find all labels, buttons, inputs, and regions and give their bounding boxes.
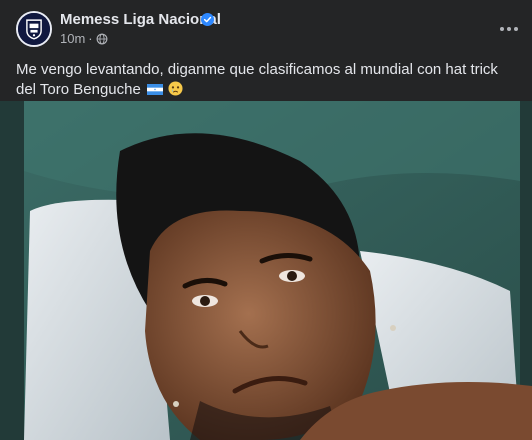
honduras-flag-icon [147, 84, 163, 95]
page-name[interactable]: Memess Liga Nacional [60, 11, 221, 28]
page-avatar[interactable] [16, 11, 52, 47]
post-timestamp[interactable]: 10m [60, 31, 85, 46]
post-caption: Me vengo levantando, diganme que clasifi… [16, 60, 516, 100]
meta-separator: · [88, 31, 93, 46]
globe-icon[interactable] [96, 33, 108, 45]
photo-young-man-lying-in-bed [0, 101, 532, 440]
verified-badge-icon [201, 13, 214, 26]
more-options-button[interactable] [494, 14, 524, 44]
crying-face-icon [168, 81, 183, 96]
more-options-icon [500, 27, 504, 31]
caption-text: Me vengo levantando, diganme que clasifi… [16, 61, 498, 98]
post-header: Memess Liga Nacional 10m · [0, 0, 532, 56]
facebook-post: Memess Liga Nacional 10m · Me vengo leva… [0, 0, 532, 440]
post-meta: 10m · [60, 31, 108, 46]
more-dot [507, 27, 511, 31]
more-dot [514, 27, 518, 31]
post-photo[interactable] [0, 101, 532, 440]
page-logo-icon [18, 13, 50, 45]
